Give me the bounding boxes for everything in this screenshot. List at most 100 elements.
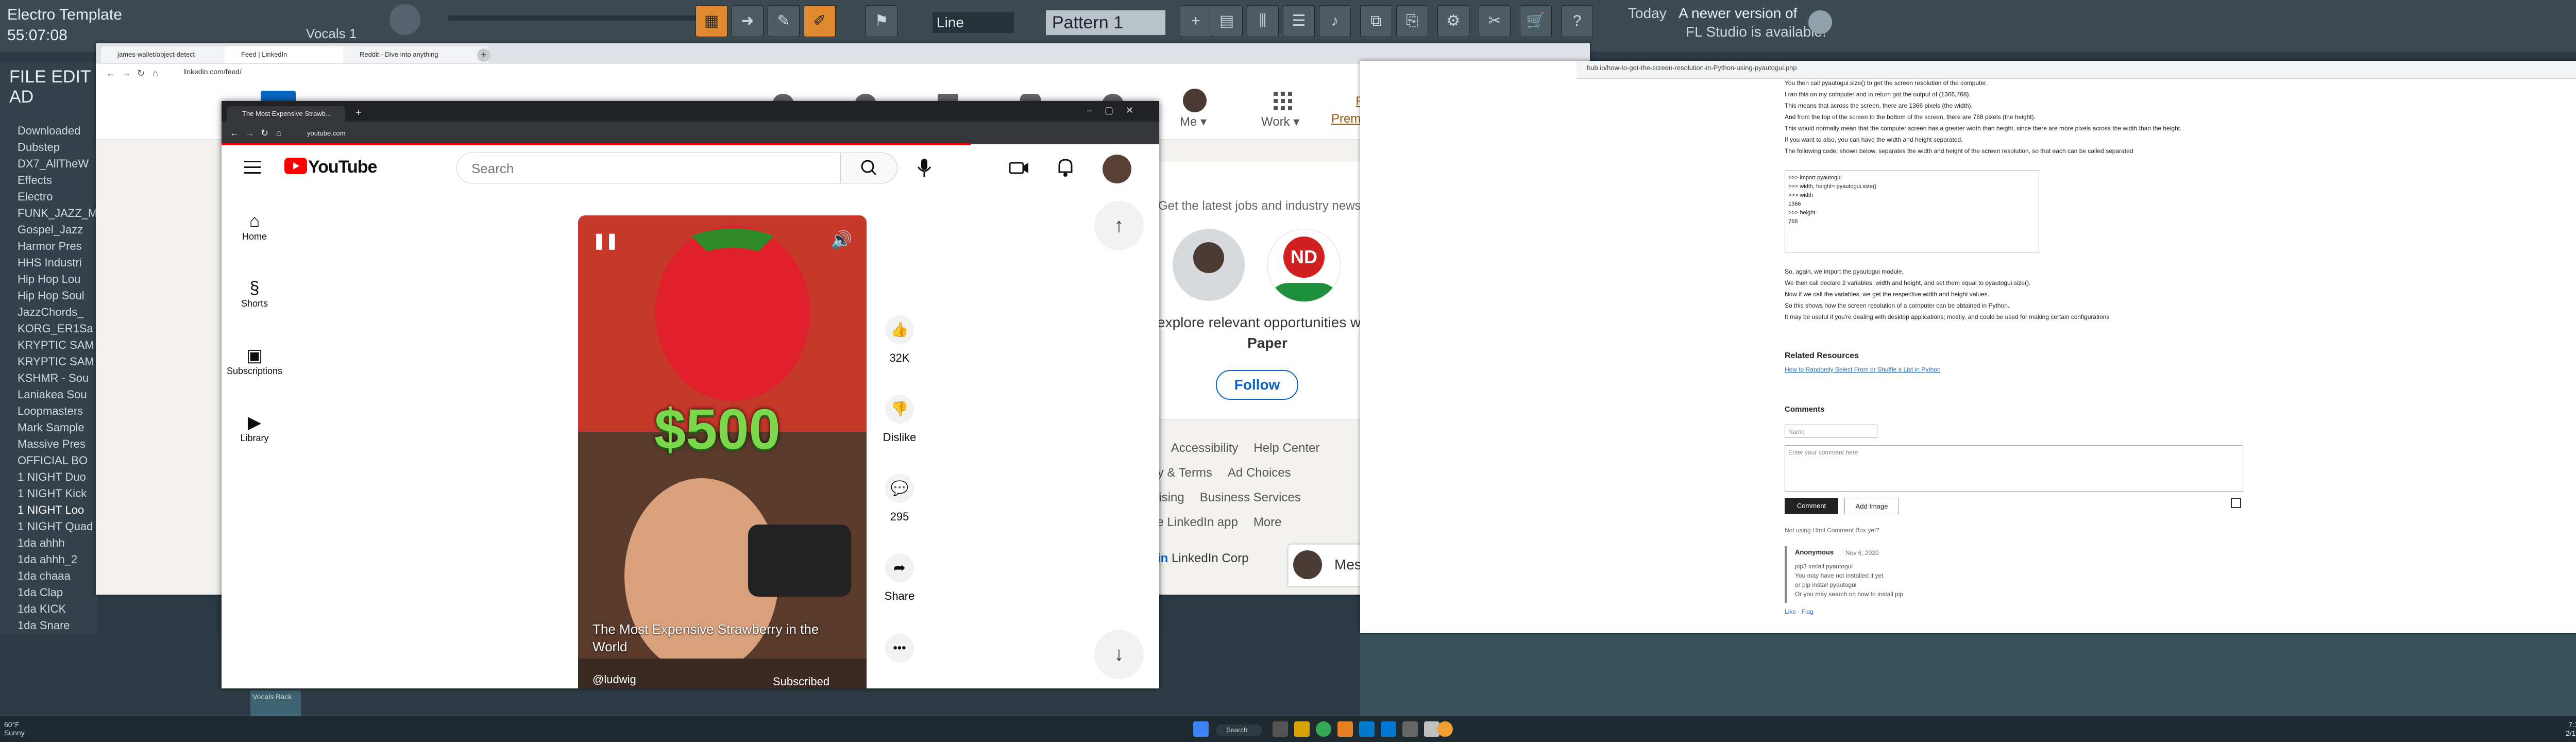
fl-news-panel[interactable]: Today A newer version of FL Studio is av… [1628,4,1826,41]
home-icon[interactable]: ⌂ [152,68,158,79]
more-actions-button[interactable]: ••• [879,634,920,663]
fl-stamp-icon[interactable]: ⚑ [866,5,897,37]
yt-reload-icon[interactable]: ↻ [261,128,268,139]
related-resource-link[interactable]: How to Randomly Select From or Shuffle a… [1785,366,1941,373]
browser-item[interactable]: 1da Snare [0,617,98,634]
sidebar-item-library[interactable]: ▶ Library [218,412,291,444]
file-explorer-icon[interactable] [1294,721,1310,737]
browser-item[interactable]: Loopmasters [0,403,98,419]
taskbar-clock[interactable]: 7:18 PM 2/16/2023 [2566,720,2576,738]
start-icon[interactable] [1193,721,1209,737]
yt-forward-icon[interactable]: → [245,128,255,139]
search-button[interactable] [841,153,897,183]
browser-item[interactable]: OFFICIAL BO [0,452,98,469]
footer-link[interactable]: Ad Choices [1228,466,1291,480]
previous-short-button[interactable]: ↑ [1094,201,1144,250]
chrome-icon[interactable] [1316,721,1331,737]
login-icon[interactable] [2231,498,2241,508]
fl-knob[interactable] [389,4,420,35]
sidebar-item-shorts[interactable]: § Shorts [218,278,291,309]
new-tab-button[interactable]: + [477,48,490,62]
fl-studio-orange-icon[interactable] [1437,721,1453,737]
footer-link[interactable]: More [1253,515,1282,529]
browser-item[interactable]: 1 NIGHT Kick [0,485,98,502]
yt-back-icon[interactable]: ← [230,128,239,139]
window-controls[interactable]: –▢✕ [1087,105,1146,116]
fl-cart-button[interactable]: 🛒 [1520,5,1552,37]
fl-browser-button[interactable]: ⧉ [1360,5,1392,37]
fl-plugin-button[interactable]: ⚙ [1437,5,1469,37]
mail-icon[interactable] [1381,721,1396,737]
fl-tool-button[interactable]: ✂ [1479,5,1511,37]
fl-snap-select[interactable]: Line [933,12,1014,33]
browser-item[interactable]: 1da ahhh_2 [0,551,98,568]
youtube-url[interactable]: youtube.com [307,129,345,137]
tab-youtube[interactable]: The Most Expensive Strawb... [227,106,345,122]
browser-item[interactable]: Laniakea Sou [0,386,98,403]
share-button[interactable]: ➦ Share [879,553,920,603]
not-using-note[interactable]: Not using Html Comment Box yet? [1785,527,1879,534]
fl-draw-tool-button[interactable]: ✎ [768,5,800,37]
volume-icon[interactable]: 🔊 [831,230,852,250]
account-avatar[interactable] [1103,155,1131,183]
vscode-icon[interactable] [1359,721,1375,737]
browser-item[interactable]: Electro [0,189,98,205]
fl-channel-rack-button[interactable]: ☰ [1283,5,1315,37]
browser-item[interactable]: Massive Pres [0,436,98,452]
tab-reddit[interactable]: Reddit - Dive into anything [343,46,488,63]
browser-item[interactable]: KORG_ER1Sa [0,321,98,337]
fl-help-button[interactable]: ? [1561,5,1593,37]
hamburger-menu-icon[interactable] [242,160,263,175]
me-menu[interactable]: Me ▾ [1180,114,1207,129]
youtube-logo-icon[interactable] [284,158,307,174]
fl-main-menu[interactable]: FILE EDIT AD [0,67,107,107]
tab-github[interactable]: james-wallet/object-detect [101,46,236,63]
fl-piano-roll-button[interactable]: ♪ [1319,5,1351,37]
reload-icon[interactable]: ↻ [137,68,145,79]
browser-item[interactable]: 1 NIGHT Loo [0,502,98,518]
browser-item[interactable]: Downloaded [0,123,98,139]
browser-item[interactable]: Hip Hop Lou [0,271,98,288]
fl-slider[interactable] [448,15,706,21]
comment-submit-button[interactable]: Comment [1785,498,1838,514]
nav-back-icon[interactable]: ← [106,68,115,79]
browser-item[interactable]: KRYPTIC SAM [0,353,98,370]
microphone-icon[interactable] [914,157,935,179]
fl-paint-tool-button[interactable]: ✐ [804,5,836,37]
linkedin-url-text[interactable]: linkedin.com/feed/ [183,68,242,76]
like-button[interactable]: 👍 32K [879,315,920,365]
browser-item[interactable]: KRYPTIC SAM [0,337,98,353]
taskbar-search[interactable]: Search [1216,724,1262,736]
sidebar-item-subscriptions[interactable]: ▣ Subscriptions [218,345,291,377]
youtube-address-bar[interactable] [222,122,1159,144]
fl-pattern-select[interactable]: Pattern 1 [1046,10,1165,35]
footer-link[interactable]: Help Center [1253,441,1319,455]
channel-name[interactable]: @ludwig [592,673,636,686]
follow-button[interactable]: Follow [1216,370,1298,400]
youtube-logo-text[interactable]: YouTube [308,157,377,177]
new-tab-icon[interactable]: + [355,107,362,119]
browser-item[interactable]: 1da Clap [0,584,98,601]
browser-item[interactable]: HHS Industri [0,255,98,271]
footer-link[interactable]: Accessibility [1171,441,1239,455]
work-menu[interactable]: Work ▾ [1261,114,1299,129]
browser-item[interactable]: Harmor Pres [0,238,98,255]
avatar[interactable] [1183,89,1207,112]
article-url[interactable]: hub.io/how-to-get-the-screen-resolution-… [1587,64,1797,72]
browser-item[interactable]: Dubstep [0,139,98,156]
app-icon[interactable] [1402,721,1418,737]
fl-copy-button[interactable]: ⎘ [1396,5,1428,37]
browser-item[interactable]: 1da KICK [0,601,98,617]
fl-studio-icon[interactable] [1337,721,1353,737]
pause-icon[interactable]: ❚❚ [592,232,618,250]
comment-actions[interactable]: Like · Flag [1785,608,1814,615]
fl-pattern-mode-button[interactable]: ▦ [696,5,727,37]
browser-item[interactable]: DX7_AllTheW [0,156,98,172]
browser-item[interactable]: Hip Hop Soul [0,288,98,304]
browser-item[interactable]: KSHMR - Sou [0,370,98,386]
tab-linkedin-feed[interactable]: Feed | LinkedIn [225,46,354,63]
nav-forward-icon[interactable]: → [122,68,131,79]
browser-item[interactable]: Gospel_Jazz [0,222,98,238]
comment-textarea[interactable]: Enter your comment here [1785,445,2243,492]
next-short-button[interactable]: ↓ [1094,630,1144,679]
